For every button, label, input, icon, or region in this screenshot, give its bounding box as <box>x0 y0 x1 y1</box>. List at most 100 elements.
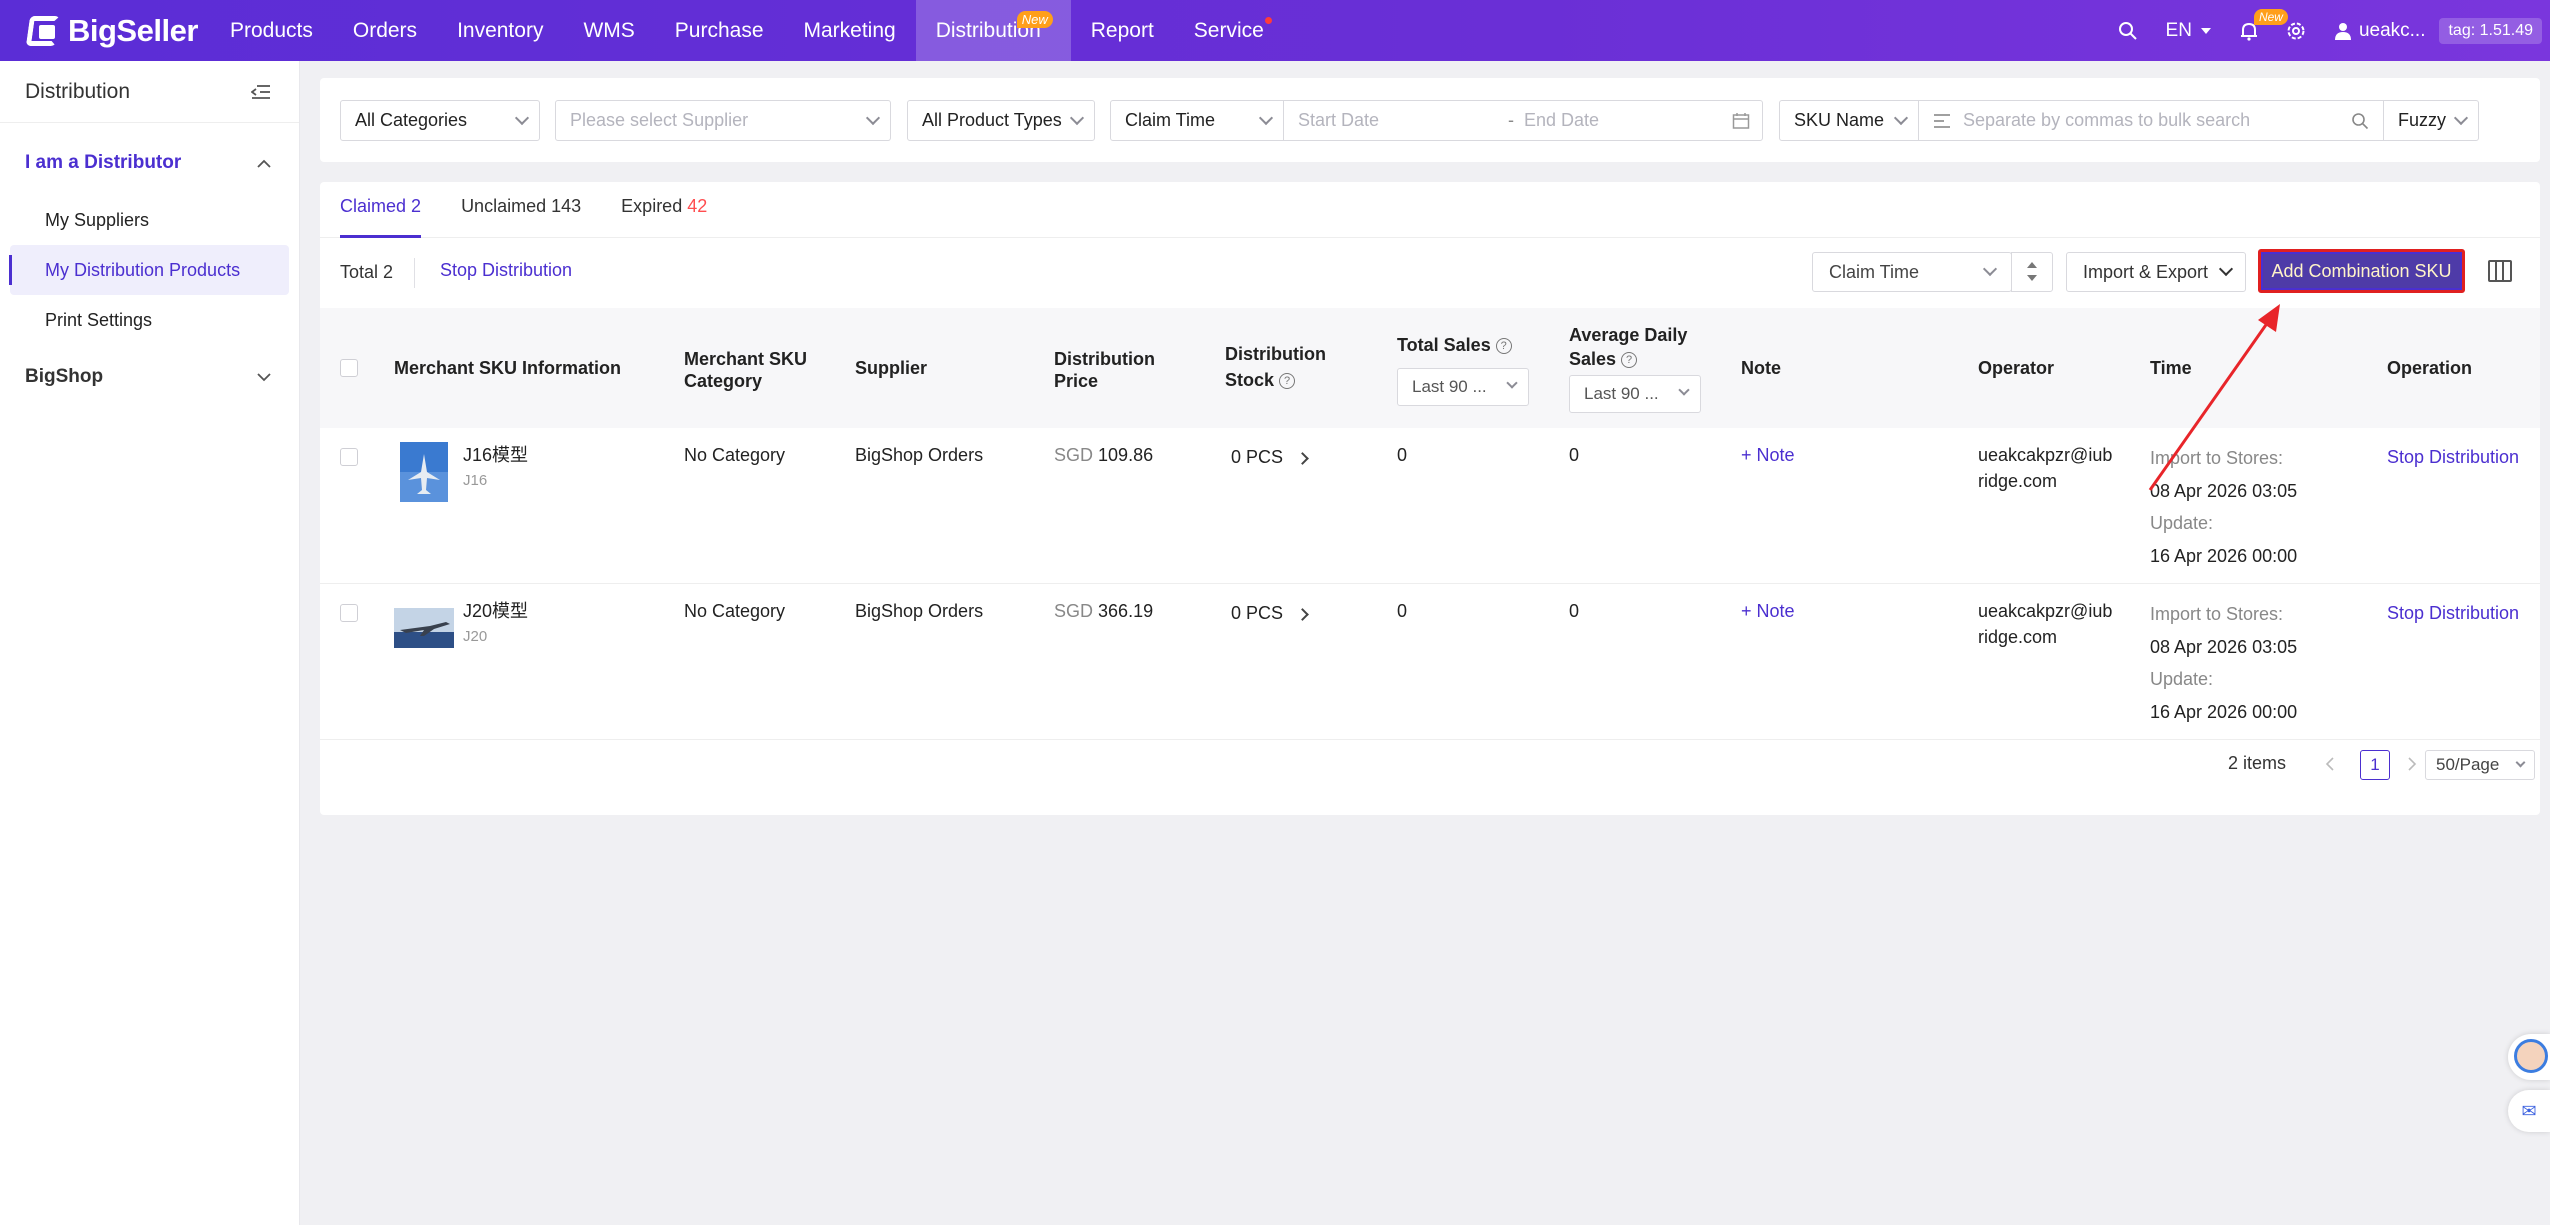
distribution-stock[interactable]: 0 PCS <box>1231 444 1309 470</box>
sidebar-item-my-distribution-products[interactable]: My Distribution Products <box>9 245 289 295</box>
search-icon[interactable] <box>2351 112 2369 130</box>
add-combination-sku-label: Add Combination SKU <box>2263 254 2460 288</box>
sku-category: No Category <box>684 445 786 465</box>
sidebar-title: Distribution <box>25 79 131 103</box>
supplier-placeholder: Please select Supplier <box>570 110 749 130</box>
divider <box>414 258 415 288</box>
collapse-menu-icon[interactable] <box>251 84 271 100</box>
nav-inventory[interactable]: Inventory <box>437 0 563 61</box>
nav-orders[interactable]: Orders <box>333 0 437 61</box>
nav-service[interactable]: Service <box>1174 0 1284 61</box>
page-1-button[interactable]: 1 <box>2360 750 2390 780</box>
caret-down-icon <box>2200 27 2211 34</box>
avg-daily-sales: 0 <box>1569 445 1580 465</box>
language-selector[interactable]: EN <box>2166 20 2212 42</box>
notification-dot <box>1264 17 1272 24</box>
logo-text: BigSeller <box>68 12 198 48</box>
update-label: Update: <box>2150 669 2214 689</box>
col-sku-info: Merchant SKU Information <box>394 358 622 378</box>
bigseller-logo[interactable]: BigSeller <box>0 0 210 61</box>
product-name[interactable]: J16模型 <box>463 442 528 468</box>
stop-distribution-bulk-button[interactable]: Stop Distribution <box>440 260 572 281</box>
avatar <box>2514 1039 2548 1073</box>
product-type-select[interactable]: All Product Types <box>907 100 1095 141</box>
date-range-picker[interactable]: Start Date - End Date <box>1283 100 1763 141</box>
col-operator: Operator <box>1978 358 2055 378</box>
time-type-select[interactable]: Claim Time <box>1110 100 1284 141</box>
col-total-sales: Total Sales ? <box>1397 334 1512 356</box>
stop-distribution-button[interactable]: Stop Distribution <box>2387 444 2519 470</box>
supplier-select[interactable]: Please select Supplier <box>555 100 891 141</box>
nav-report[interactable]: Report <box>1071 0 1174 61</box>
total-sales: 0 <box>1397 601 1408 621</box>
tab-unclaimed[interactable]: Unclaimed 143 <box>461 182 581 238</box>
username: ueakc... <box>2358 19 2426 41</box>
add-note-button[interactable]: + Note <box>1741 598 1795 624</box>
sidebar: Distribution I am a Distributor My Suppl… <box>0 61 300 1225</box>
import-export-label: Import & Export <box>2083 262 2209 282</box>
tab-claimed[interactable]: Claimed 2 <box>340 182 422 238</box>
product-thumbnail-j16 <box>400 442 448 502</box>
user-menu[interactable]: ueakc... <box>2334 19 2426 42</box>
search-field-select[interactable]: SKU Name <box>1779 100 1919 141</box>
tab-expired-label: Expired <box>621 196 683 216</box>
status-tabs: Claimed 2 Unclaimed 143 Expired 42 <box>320 182 2540 238</box>
search-input[interactable]: Separate by commas to bulk search <box>1918 100 2384 141</box>
stock-value: 0 PCS <box>1231 603 1284 623</box>
total-sales-period-value: Last 90 ... <box>1412 377 1487 396</box>
select-all-checkbox[interactable] <box>340 359 358 377</box>
nav-marketing[interactable]: Marketing <box>784 0 916 61</box>
operator-line2: ridge.com <box>1978 471 2058 491</box>
tab-expired[interactable]: Expired 42 <box>621 182 707 238</box>
page-size-select[interactable]: 50/Page <box>2425 750 2535 780</box>
product-name[interactable]: J20模型 <box>463 598 528 624</box>
support-avatar[interactable] <box>2508 1034 2550 1080</box>
search-icon[interactable] <box>2118 21 2138 41</box>
add-note-button[interactable]: + Note <box>1741 442 1795 468</box>
column-settings-icon[interactable] <box>2488 260 2512 282</box>
nav-products[interactable]: Products <box>210 0 333 61</box>
sidebar-section-distributor[interactable]: I am a Distributor <box>0 131 299 195</box>
import-export-button[interactable]: Import & Export <box>2066 252 2246 292</box>
bulk-list-icon <box>1934 113 1950 128</box>
avg-sales-period-select[interactable]: Last 90 ... <box>1569 375 1701 413</box>
col-avg-sales-line2: Sales <box>1569 349 1617 369</box>
gear-icon[interactable] <box>2286 21 2306 41</box>
row-checkbox[interactable] <box>340 448 358 466</box>
help-icon[interactable]: ? <box>1279 373 1296 390</box>
category-select[interactable]: All Categories <box>340 100 540 141</box>
chevron-down-icon <box>1678 384 1690 396</box>
sidebar-section-bigshop[interactable]: BigShop <box>0 345 299 409</box>
bell-new-badge: New <box>2253 8 2288 25</box>
nav-wms[interactable]: WMS <box>563 0 654 61</box>
chevron-down-icon <box>2453 110 2469 126</box>
total-sales: 0 <box>1397 445 1408 465</box>
prev-page-icon[interactable] <box>2325 757 2335 771</box>
product-sku: J16 <box>463 472 488 489</box>
nav-distribution[interactable]: Distribution New <box>915 0 1071 61</box>
row-checkbox[interactable] <box>340 604 358 622</box>
help-icon[interactable]: ? <box>1621 352 1638 369</box>
chevron-down-icon <box>865 110 881 126</box>
chevron-down-icon <box>257 372 271 381</box>
calendar-icon <box>1732 113 1750 129</box>
sidebar-item-print-settings[interactable]: Print Settings <box>10 295 289 345</box>
sidebar-header: Distribution <box>0 61 299 123</box>
next-page-icon[interactable] <box>2407 757 2417 771</box>
total-sales-period-select[interactable]: Last 90 ... <box>1397 368 1529 406</box>
stop-distribution-button[interactable]: Stop Distribution <box>2387 600 2519 626</box>
add-combination-sku-button[interactable]: Add Combination SKU <box>2258 249 2465 293</box>
match-mode-select[interactable]: Fuzzy <box>2383 100 2479 141</box>
update-time: 16 Apr 2026 00:00 <box>2150 545 2298 566</box>
nav-purchase[interactable]: Purchase <box>655 0 784 61</box>
help-icon[interactable]: ? <box>1495 338 1512 355</box>
distribution-stock[interactable]: 0 PCS <box>1231 600 1309 626</box>
tab-unclaimed-count: 143 <box>551 196 582 216</box>
chevron-right-icon <box>1296 451 1309 465</box>
pagination: 2 items 1 50/Page <box>2040 735 2540 795</box>
sort-order-toggle[interactable] <box>2011 252 2053 292</box>
chat-icon[interactable]: ✉ <box>2508 1090 2550 1132</box>
sidebar-item-my-suppliers[interactable]: My Suppliers <box>10 195 289 245</box>
sort-select[interactable]: Claim Time <box>1812 252 2012 292</box>
bell-icon[interactable]: New <box>2240 8 2288 41</box>
